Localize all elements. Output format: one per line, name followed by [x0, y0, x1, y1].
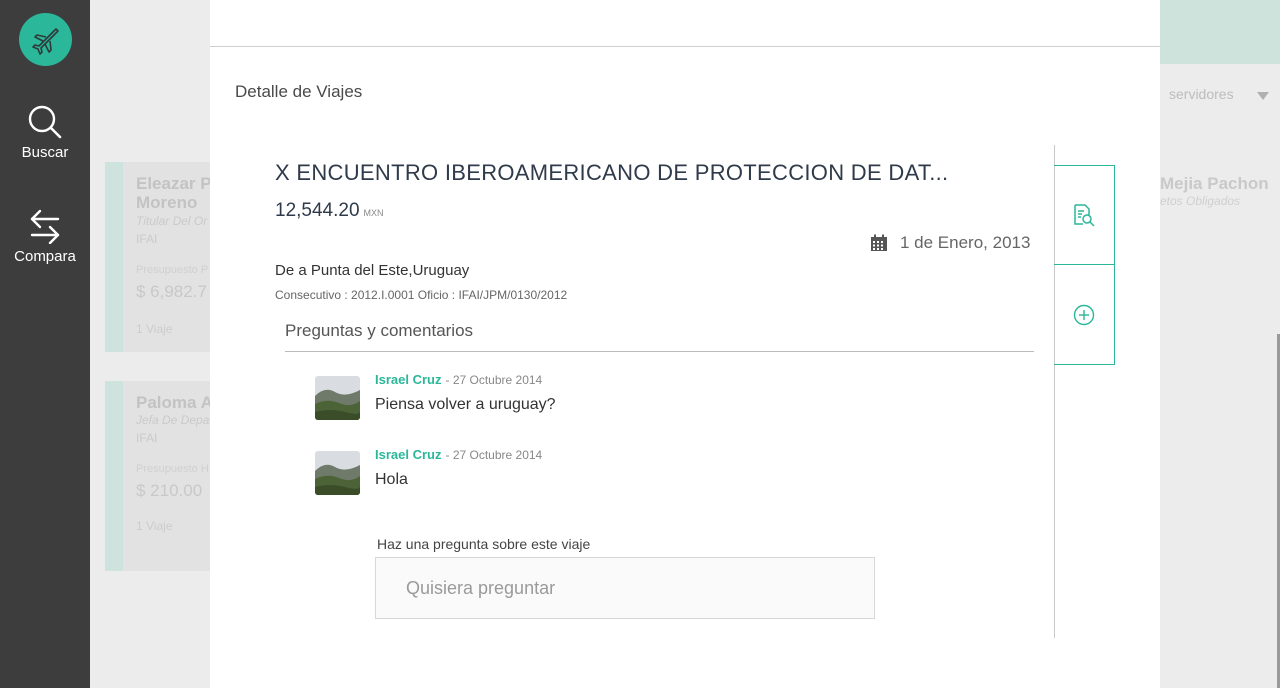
question-input[interactable] — [375, 557, 875, 619]
background-card-amount: $ 210.00 — [136, 481, 203, 500]
background-card-name: Paloma A — [136, 393, 213, 412]
trip-date: 1 de Enero, 2013 — [870, 233, 1030, 253]
background-card-trips: 1 Viaje — [136, 519, 173, 533]
comments-title: Preguntas y comentarios — [285, 321, 474, 340]
comment-author[interactable]: Israel Cruz - 27 Octubre 2014 — [375, 447, 542, 462]
background-card-role: Jefa De Depa — [136, 413, 210, 427]
trip-title: X ENCUENTRO IBEROAMERICANO DE PROTECCION… — [275, 160, 949, 185]
calendar-icon — [871, 234, 887, 251]
trip-date-text: 1 de Enero, 2013 — [900, 233, 1031, 252]
avatar — [315, 451, 360, 495]
trip-meta: Consecutivo : 2012.I.0001 Oficio : IFAI/… — [275, 288, 568, 302]
avatar — [315, 376, 360, 420]
sidebar: Buscar Compara — [0, 0, 90, 688]
trip-actions — [1054, 165, 1115, 365]
comment-date: - 27 Octubre 2014 — [445, 448, 543, 462]
modal-title: Detalle de Viajes — [235, 82, 363, 101]
background-card-org: IFAI — [136, 431, 158, 445]
background-card-amount: $ 6,982.7 — [136, 282, 207, 301]
sidebar-item-label: Buscar — [21, 144, 69, 161]
trip-detail-modal: Detalle de Viajes X ENCUENTRO IBEROAMERI… — [210, 0, 1160, 688]
trip-amount: 12,544.20 MXN — [275, 200, 384, 222]
trip-route: De a Punta del Este,Uruguay — [275, 262, 470, 279]
question-label: Haz una pregunta sobre este viaje — [377, 536, 591, 552]
chevron-down-icon — [1257, 92, 1269, 100]
background-card-role: etos Obligados — [1160, 194, 1241, 208]
swap-arrows-icon — [30, 209, 60, 244]
background-card-budget-label: Presupuesto H — [136, 463, 209, 475]
airplane-icon[interactable] — [19, 13, 72, 66]
comment-item: Israel Cruz - 27 Octubre 2014 Hola — [315, 447, 915, 497]
background-card-name: Mejia Pachon — [1160, 174, 1269, 193]
background-card-budget-label: Presupuesto P — [136, 264, 209, 276]
comment-text: Piensa volver a uruguay? — [375, 396, 556, 413]
background-select-label: servidores — [1169, 86, 1234, 102]
document-search-icon — [1074, 204, 1095, 227]
trip-amount-value: 12,544.20 — [275, 200, 360, 221]
search-icon — [28, 105, 62, 139]
add-button[interactable] — [1054, 265, 1114, 364]
background-card-name: Eleazar P Moreno — [136, 174, 212, 212]
comment-date: - 27 Octubre 2014 — [445, 373, 543, 387]
comment-text: Hola — [375, 471, 408, 488]
background-card: Eleazar P Moreno Titular Del Or IFAI Pre… — [105, 162, 215, 352]
sidebar-item-buscar[interactable]: Buscar — [0, 104, 90, 161]
divider — [210, 46, 1160, 47]
plus-circle-icon — [1073, 304, 1095, 325]
comment-item: Israel Cruz - 27 Octubre 2014 Piensa volv… — [315, 372, 915, 422]
background-card: Paloma A Jefa De Depa IFAI Presupuesto H… — [105, 381, 215, 571]
background-card-trips: 1 Viaje — [136, 322, 173, 336]
sidebar-item-compara[interactable]: Compara — [0, 208, 90, 265]
background-card-org: IFAI — [136, 232, 158, 246]
trip-currency: MXN — [363, 208, 384, 218]
comment-author[interactable]: Israel Cruz - 27 Octubre 2014 — [375, 372, 542, 387]
divider — [285, 351, 1034, 352]
sidebar-item-label: Compara — [14, 248, 76, 265]
background-card-role: Titular Del Or — [136, 214, 208, 228]
view-document-button[interactable] — [1054, 166, 1114, 265]
